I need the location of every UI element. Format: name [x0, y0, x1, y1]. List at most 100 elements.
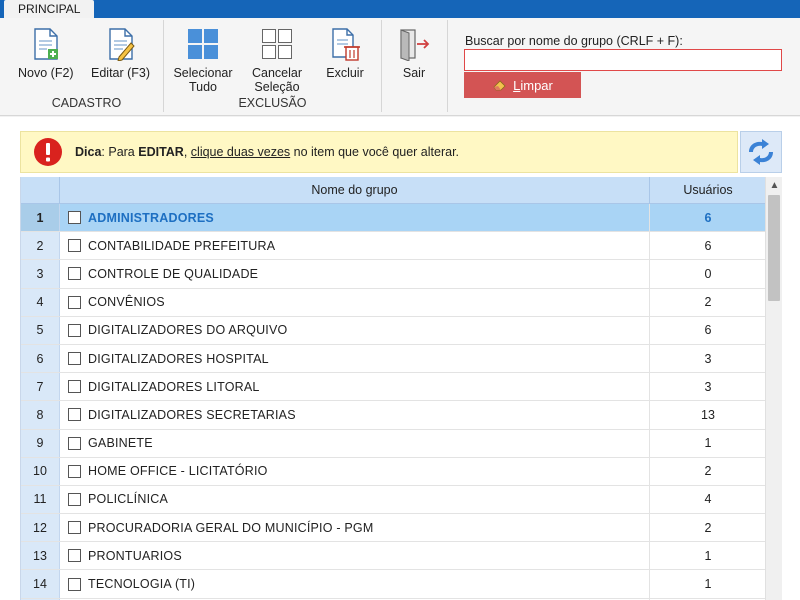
- tip-prefix: Dica: [75, 145, 102, 159]
- cancelar-label-2: Seleção: [254, 80, 300, 94]
- scroll-up-icon[interactable]: ▲: [766, 177, 783, 193]
- row-group-name: HOME OFFICE - LICITATÓRIO: [88, 464, 268, 479]
- table-row[interactable]: 1 ADMINISTRADORES 6: [21, 204, 765, 233]
- row-group-name: TECNOLOGIA (TI): [88, 577, 196, 592]
- row-group-name-cell[interactable]: DIGITALIZADORES HOSPITAL: [60, 344, 650, 373]
- row-group-name-cell[interactable]: PRONTUARIOS: [60, 542, 650, 570]
- novo-button[interactable]: Novo (F2): [18, 26, 74, 80]
- row-checkbox[interactable]: [68, 436, 81, 450]
- ribbon-separator: [447, 20, 448, 112]
- row-checkbox[interactable]: [68, 380, 81, 394]
- row-group-name-cell[interactable]: HOME OFFICE - LICITATÓRIO: [60, 457, 650, 485]
- excluir-label: Excluir: [326, 66, 364, 80]
- row-group-name: POLICLÍNICA: [88, 492, 169, 507]
- table-row[interactable]: 8 DIGITALIZADORES SECRETARIAS 13: [21, 401, 765, 430]
- table-row[interactable]: 2 CONTABILIDADE PREFEITURA 6: [21, 232, 765, 261]
- row-user-count: 1: [704, 548, 712, 563]
- table-row[interactable]: 3 CONTROLE DE QUALIDADE 0: [21, 260, 765, 289]
- table-row[interactable]: 7 DIGITALIZADORES LITORAL 3: [21, 373, 765, 402]
- eraser-icon: [492, 78, 508, 92]
- table-row[interactable]: 10 HOME OFFICE - LICITATÓRIO 2: [21, 457, 765, 486]
- row-checkbox[interactable]: [68, 549, 81, 563]
- tip-banner: Dica: Para EDITAR, clique duas vezes no …: [20, 131, 738, 173]
- limpar-button[interactable]: Limpar: [464, 72, 581, 98]
- cadastro-group-label: CADASTRO: [51, 96, 122, 110]
- cancelar-selecao-button[interactable]: Cancelar Seleção: [246, 26, 308, 94]
- header-usuarios[interactable]: Usuários: [650, 177, 765, 204]
- sair-button[interactable]: Sair: [394, 26, 434, 80]
- excluir-button[interactable]: Excluir: [322, 26, 368, 80]
- ribbon-separator: [381, 20, 382, 112]
- search-input[interactable]: [464, 49, 782, 71]
- row-user-count: 1: [704, 577, 712, 592]
- row-group-name: PROCURADORIA GERAL DO MUNICÍPIO - PGM: [88, 520, 374, 535]
- row-user-count: 6: [704, 210, 712, 225]
- row-group-name-cell[interactable]: PROCURADORIA GERAL DO MUNICÍPIO - PGM: [60, 514, 650, 542]
- grid-header: Nome do grupo Usuários: [21, 177, 765, 204]
- tab-principal[interactable]: PRINCIPAL: [4, 0, 95, 18]
- row-checkbox[interactable]: [68, 464, 81, 478]
- table-row[interactable]: 11 POLICLÍNICA 4: [21, 485, 765, 515]
- select-all-grid-icon: [186, 26, 220, 62]
- table-row[interactable]: 14 TECNOLOGIA (TI) 1: [21, 570, 765, 599]
- row-checkbox[interactable]: [68, 211, 81, 225]
- row-group-name-cell[interactable]: DIGITALIZADORES DO ARQUIVO: [60, 316, 650, 344]
- row-user-count: 13: [701, 407, 715, 422]
- row-group-name-cell[interactable]: DIGITALIZADORES LITORAL: [60, 373, 650, 401]
- table-row[interactable]: 5 DIGITALIZADORES DO ARQUIVO 6: [21, 316, 765, 345]
- row-user-count: 4: [704, 492, 712, 507]
- scroll-thumb[interactable]: [768, 195, 780, 301]
- row-user-count: 2: [704, 520, 712, 535]
- row-checkbox[interactable]: [68, 295, 81, 309]
- vertical-scrollbar[interactable]: ▲: [765, 177, 782, 600]
- row-group-name: DIGITALIZADORES DO ARQUIVO: [88, 323, 288, 338]
- row-group-name: CONTABILIDADE PREFEITURA: [88, 238, 276, 253]
- table-row[interactable]: 13 PRONTUARIOS 1: [21, 542, 765, 571]
- row-group-name-cell[interactable]: CONVÊNIOS: [60, 288, 650, 316]
- row-group-name-cell[interactable]: POLICLÍNICA: [60, 485, 650, 514]
- row-checkbox[interactable]: [68, 239, 81, 253]
- tab-strip: PRINCIPAL: [0, 0, 800, 18]
- row-number: 8: [21, 401, 60, 429]
- alert-icon: [34, 138, 62, 166]
- row-group-name-cell[interactable]: ADMINISTRADORES: [60, 204, 650, 232]
- selecionar-tudo-button[interactable]: Selecionar Tudo: [170, 26, 236, 94]
- row-user-count: 3: [704, 379, 712, 394]
- tip-link[interactable]: clique duas vezes: [191, 145, 290, 159]
- ribbon-separator: [163, 20, 164, 112]
- row-number: 12: [21, 514, 60, 542]
- editar-button[interactable]: Editar (F3): [91, 26, 150, 80]
- row-number: 11: [21, 485, 60, 514]
- row-group-name-cell[interactable]: TECNOLOGIA (TI): [60, 570, 650, 598]
- row-group-name: GABINETE: [88, 436, 153, 451]
- main-panel: Dica: Para EDITAR, clique duas vezes no …: [0, 117, 800, 600]
- row-checkbox[interactable]: [68, 492, 81, 506]
- row-checkbox[interactable]: [68, 323, 81, 337]
- row-group-name: ADMINISTRADORES: [88, 210, 214, 225]
- limpar-label: impar: [520, 77, 553, 93]
- row-checkbox[interactable]: [68, 521, 81, 535]
- row-checkbox[interactable]: [68, 408, 81, 422]
- search-label: Buscar por nome do grupo (CRLF + F):: [465, 34, 683, 48]
- row-checkbox[interactable]: [68, 267, 81, 281]
- table-row[interactable]: 9 GABINETE 1: [21, 429, 765, 458]
- row-group-name-cell[interactable]: CONTABILIDADE PREFEITURA: [60, 232, 650, 260]
- row-group-name-cell[interactable]: GABINETE: [60, 429, 650, 457]
- tip-bold: EDITAR: [138, 145, 184, 159]
- row-checkbox[interactable]: [68, 577, 81, 591]
- header-nome-grupo[interactable]: Nome do grupo: [60, 177, 650, 204]
- row-group-name: CONVÊNIOS: [88, 295, 165, 310]
- row-group-name-cell[interactable]: DIGITALIZADORES SECRETARIAS: [60, 401, 650, 429]
- row-checkbox[interactable]: [68, 352, 81, 366]
- row-number: 9: [21, 429, 60, 457]
- table-row[interactable]: 6 DIGITALIZADORES HOSPITAL 3: [21, 344, 765, 374]
- row-number: 14: [21, 570, 60, 598]
- table-row[interactable]: 4 CONVÊNIOS 2: [21, 288, 765, 317]
- row-number: 10: [21, 457, 60, 485]
- row-group-name-cell[interactable]: CONTROLE DE QUALIDADE: [60, 260, 650, 288]
- row-user-count: 2: [704, 295, 712, 310]
- refresh-button[interactable]: [740, 131, 782, 173]
- row-group-name: PRONTUARIOS: [88, 548, 182, 563]
- delete-document-icon: [328, 26, 362, 62]
- table-row[interactable]: 12 PROCURADORIA GERAL DO MUNICÍPIO - PGM 2: [21, 514, 765, 543]
